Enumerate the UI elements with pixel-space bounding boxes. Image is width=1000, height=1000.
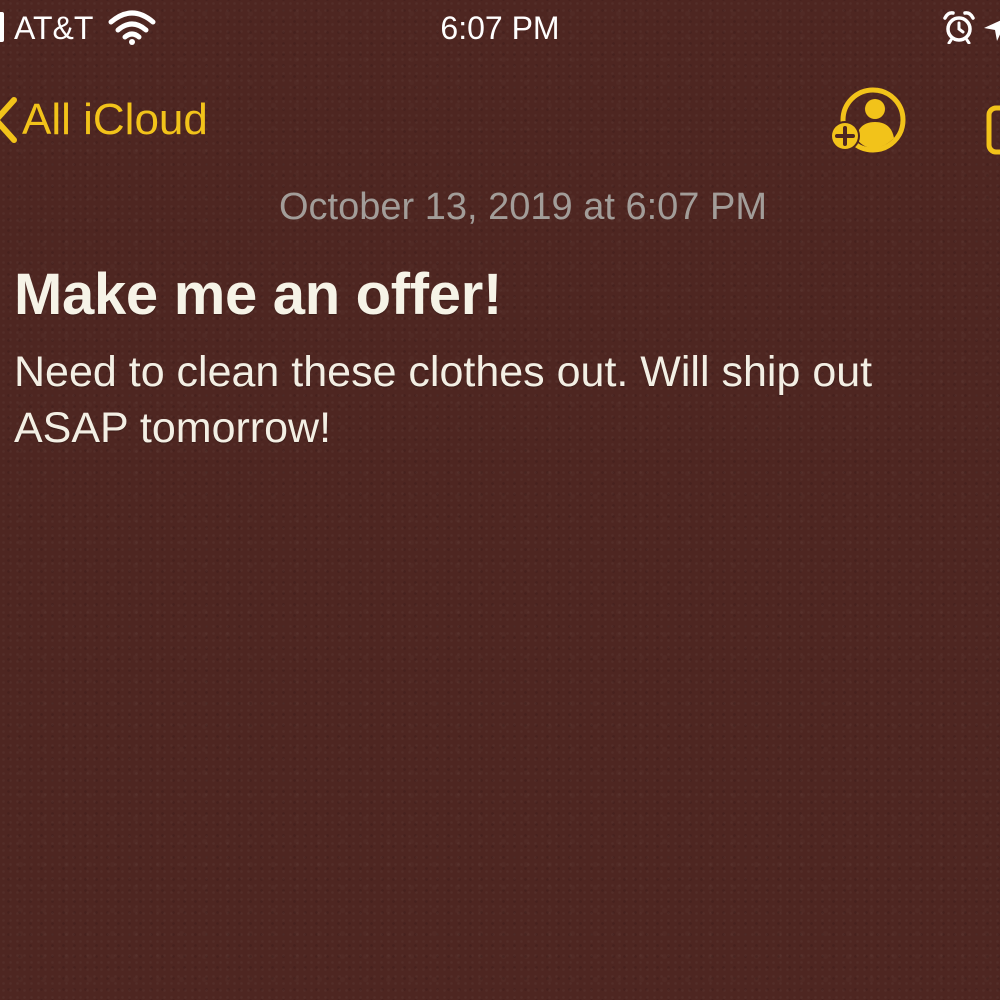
chevron-left-icon xyxy=(0,97,17,143)
back-button[interactable]: All iCloud xyxy=(0,90,208,150)
note-date: October 13, 2019 at 6:07 PM xyxy=(279,186,767,228)
note-body-line: ASAP tomorrow! xyxy=(14,404,332,452)
back-button-label: All iCloud xyxy=(22,95,208,144)
note-body[interactable]: Need to clean these clothes out. Will sh… xyxy=(14,344,994,456)
status-bar: AT&T 6:07 PM xyxy=(0,0,1000,56)
location-icon xyxy=(984,20,1000,41)
compose-icon[interactable] xyxy=(986,100,1000,156)
navigation-bar: All iCloud xyxy=(0,80,1000,160)
note-body-line: Need to clean these clothes out. Will sh… xyxy=(14,348,873,396)
alarm-icon xyxy=(943,11,975,44)
note-title[interactable]: Make me an offer! xyxy=(14,262,502,328)
status-time: 6:07 PM xyxy=(440,10,560,46)
add-person-icon[interactable] xyxy=(826,86,910,154)
